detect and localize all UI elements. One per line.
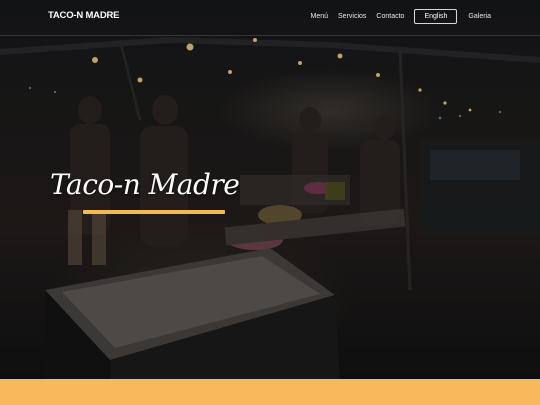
nav-links: Menú Servicios Contacto English Galeria (301, 9, 491, 24)
hero-title: Taco-n Madre (50, 168, 240, 201)
brand-logo[interactable]: TACO-N MADRE (48, 10, 120, 21)
language-button[interactable]: English (414, 9, 458, 24)
nav-link-galeria[interactable]: Galeria (468, 13, 491, 20)
nav-link-servicios[interactable]: Servicios (338, 13, 366, 20)
section-band (0, 379, 540, 405)
hero-title-underline (83, 210, 225, 214)
top-navbar: TACO-N MADRE Menú Servicios Contacto Eng… (0, 0, 540, 36)
nav-link-contacto[interactable]: Contacto (376, 13, 404, 20)
nav-link-menu[interactable]: Menú (311, 13, 329, 20)
